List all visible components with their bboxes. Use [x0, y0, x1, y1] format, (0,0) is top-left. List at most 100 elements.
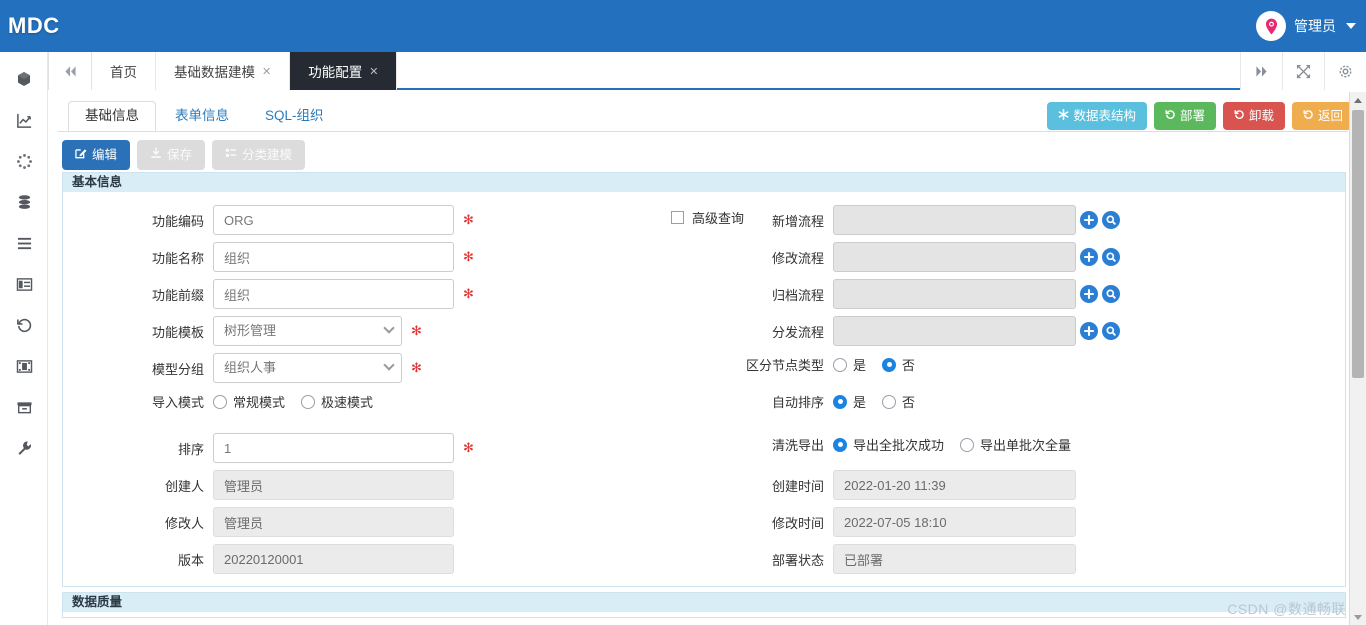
plus-circle-icon[interactable]: [1080, 211, 1098, 229]
plus-circle-icon[interactable]: [1080, 248, 1098, 266]
button-label: 部署: [1179, 109, 1205, 123]
archive-icon: [16, 400, 33, 418]
field-label: 修改时间: [771, 515, 824, 531]
field-label: 区分节点类型: [745, 358, 824, 373]
search-circle-icon[interactable]: [1102, 248, 1120, 266]
button-label: 卸载: [1248, 109, 1274, 123]
radio-label: 常规模式: [233, 395, 286, 410]
radio-label: 否: [902, 395, 916, 410]
sidebar-item-cube[interactable]: [0, 60, 48, 101]
tab-label: 表单信息: [175, 108, 229, 123]
auto-sort-yes-radio[interactable]: [833, 394, 847, 409]
required-marker: ✻: [463, 249, 474, 264]
save-button[interactable]: 保存: [137, 140, 206, 170]
field-row-modify-flow: 修改流程: [743, 242, 1120, 272]
required-marker: ✻: [463, 286, 474, 301]
search-circle-icon[interactable]: [1102, 211, 1120, 229]
tab-label: 首页: [110, 65, 137, 80]
sidebar-item-list[interactable]: [0, 224, 48, 265]
tab-scroll-left-button[interactable]: [48, 52, 92, 90]
node-type-yes-radio[interactable]: [833, 357, 847, 372]
archive-flow-input[interactable]: [833, 279, 1076, 309]
plus-circle-icon[interactable]: [1080, 285, 1098, 303]
sidebar-item-process[interactable]: [0, 142, 48, 183]
scrollbar-thumb[interactable]: [1352, 110, 1364, 378]
field-row-function-name: 功能名称 ✻: [63, 242, 474, 272]
download-icon: [150, 147, 162, 163]
sidebar-item-history[interactable]: [0, 306, 48, 347]
sort-input[interactable]: [213, 433, 454, 463]
field-label: 清洗导出: [771, 438, 824, 453]
undo-icon: [1165, 108, 1176, 124]
function-code-input[interactable]: [213, 205, 454, 235]
tab-bar-controls: [1240, 52, 1366, 90]
category-modeling-button[interactable]: 分类建模: [212, 140, 306, 170]
sidebar-item-database[interactable]: [0, 183, 48, 224]
sidebar-item-tools[interactable]: [0, 429, 48, 470]
field-label: 修改人: [164, 515, 204, 531]
field-label: 新增流程: [771, 213, 824, 229]
back-button[interactable]: 返回: [1291, 102, 1354, 130]
scroll-down-button[interactable]: [1350, 609, 1366, 625]
table-structure-button[interactable]: 数据表结构: [1047, 102, 1147, 130]
add-flow-input[interactable]: [833, 205, 1076, 235]
import-mode-normal-radio[interactable]: [213, 394, 227, 409]
field-row-function-prefix: 功能前缀 ✻: [63, 279, 474, 309]
field-row-archive-flow: 归档流程: [743, 279, 1120, 309]
tab-form-info[interactable]: 表单信息: [158, 101, 246, 131]
model-group-select-wrap: 组织人事: [213, 353, 402, 383]
search-circle-icon[interactable]: [1102, 285, 1120, 303]
modifier-input: [213, 507, 454, 537]
settings-button[interactable]: [1324, 52, 1366, 90]
tab-scroll-right-button[interactable]: [1240, 52, 1282, 90]
tab-basic-info[interactable]: 基础信息: [68, 101, 156, 131]
database-icon: [16, 194, 33, 214]
user-menu[interactable]: 管理员: [1256, 11, 1356, 41]
tab-home[interactable]: 首页: [92, 52, 156, 90]
wrench-icon: [16, 440, 33, 460]
tab-basic-data-modeling[interactable]: 基础数据建模 ✕: [156, 52, 291, 90]
tab-sql-org[interactable]: SQL-组织: [248, 101, 341, 131]
advanced-query-checkbox[interactable]: [671, 211, 684, 224]
edit-button[interactable]: 编辑: [62, 140, 131, 170]
sidebar-item-table[interactable]: [0, 265, 48, 306]
edit-icon: [75, 147, 87, 163]
clean-export-all-batch-radio[interactable]: [833, 437, 847, 452]
auto-sort-no-radio[interactable]: [882, 394, 897, 409]
field-label: 功能前缀: [151, 287, 204, 303]
plus-circle-icon[interactable]: [1080, 322, 1098, 340]
data-quality-panel: 数据质量: [62, 592, 1346, 618]
sidebar-item-archive[interactable]: [0, 388, 48, 429]
sidebar-item-analytics[interactable]: [0, 101, 48, 142]
field-label: 功能编码: [151, 213, 204, 229]
field-row-deploy-status: 部署状态: [713, 544, 1076, 574]
function-prefix-input[interactable]: [213, 279, 454, 309]
sidebar-item-media[interactable]: [0, 347, 48, 388]
import-mode-fast-radio[interactable]: [301, 394, 316, 409]
avatar: [1256, 11, 1286, 41]
uninstall-button[interactable]: 卸载: [1222, 102, 1285, 130]
field-label: 部署状态: [771, 552, 824, 568]
tab-function-config[interactable]: 功能配置 ✕: [290, 52, 398, 90]
panel-title: 基本信息: [63, 173, 1345, 192]
watermark: CSDN @数通畅联: [1227, 601, 1346, 617]
fullscreen-button[interactable]: [1282, 52, 1324, 90]
deploy-button[interactable]: 部署: [1153, 102, 1216, 130]
scroll-up-button[interactable]: [1350, 92, 1366, 108]
field-label: 自动排序: [771, 395, 824, 410]
spinner-dots-icon: [16, 153, 33, 173]
clean-export-single-batch-radio[interactable]: [960, 437, 975, 452]
close-icon[interactable]: ✕: [369, 65, 378, 78]
model-group-select[interactable]: 组织人事: [213, 353, 402, 383]
search-circle-icon[interactable]: [1102, 322, 1120, 340]
caret-down-icon: [1346, 23, 1356, 29]
distribute-flow-input[interactable]: [833, 316, 1076, 346]
function-template-select[interactable]: 树形管理: [213, 316, 402, 346]
function-name-input[interactable]: [213, 242, 454, 272]
field-label: 创建人: [164, 478, 204, 494]
button-label: 保存: [167, 148, 193, 162]
vertical-scrollbar[interactable]: [1349, 92, 1366, 625]
node-type-no-radio[interactable]: [882, 357, 897, 372]
modify-flow-input[interactable]: [833, 242, 1076, 272]
close-icon[interactable]: ✕: [262, 65, 271, 78]
